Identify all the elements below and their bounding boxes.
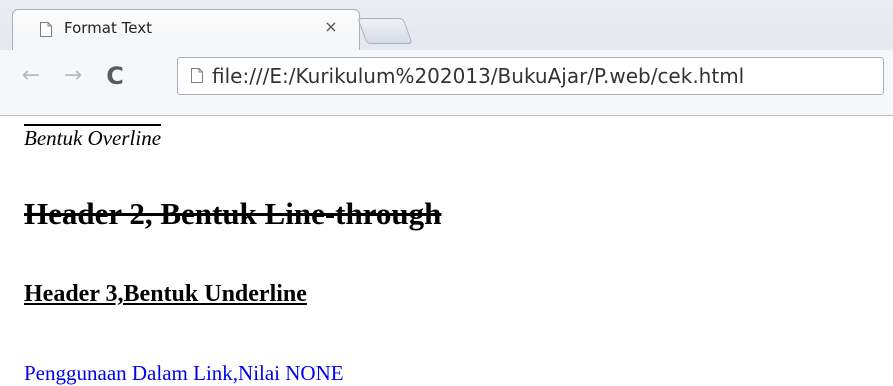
tab-strip: Format Text × [0,0,893,51]
link-no-decoration[interactable]: Penggunaan Dalam Link,Nilai NONE [24,361,344,386]
page-icon [40,22,52,37]
address-url: file:///E:/Kurikulum%202013/BukuAjar/P.w… [212,64,745,88]
page-content: Bentuk Overline Header 2, Bentuk Line-th… [0,116,893,386]
tab-title: Format Text [64,19,152,37]
reload-icon[interactable]: C [102,62,128,90]
page-icon [191,68,203,83]
browser-chrome: Format Text × ← → C file:///E:/Kurikulum… [0,0,893,116]
new-tab-button[interactable] [357,18,413,44]
back-arrow-icon[interactable]: ← [18,62,44,90]
overline-text: Bentuk Overline [24,126,162,150]
forward-arrow-icon[interactable]: → [60,62,86,90]
header-3-underline: Header 3,Bentuk Underline [24,281,307,307]
header-2-line-through: Header 2, Bentuk Line-through [24,196,442,231]
address-bar[interactable]: file:///E:/Kurikulum%202013/BukuAjar/P.w… [177,57,884,95]
tab-close-icon[interactable]: × [322,18,340,36]
